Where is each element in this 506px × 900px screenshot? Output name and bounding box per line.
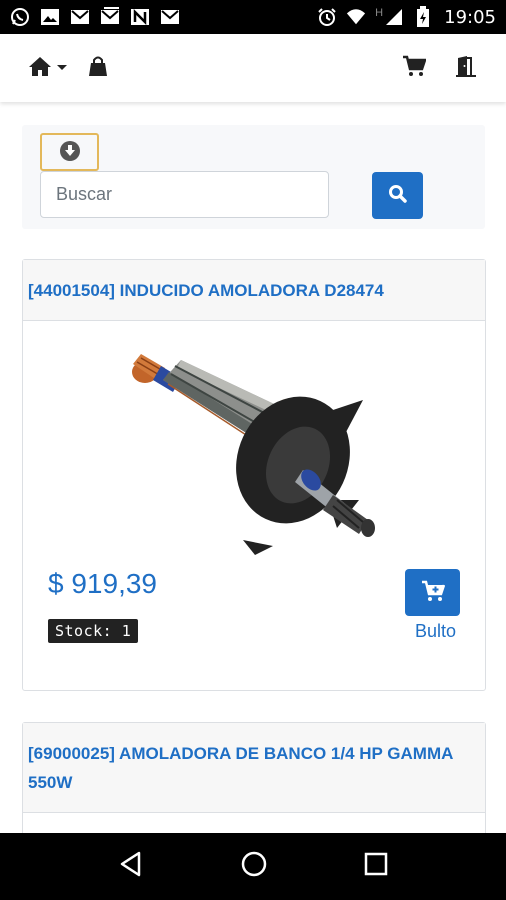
- gmail-icon: [160, 7, 180, 27]
- recent-apps-icon[interactable]: [364, 852, 388, 881]
- search-icon: [388, 184, 408, 207]
- clock: 19:05: [444, 6, 496, 28]
- search-panel: [22, 125, 485, 229]
- download-button[interactable]: [40, 133, 99, 171]
- signal-icon: [384, 7, 404, 27]
- android-navigation-bar: [0, 833, 506, 900]
- add-to-cart-button[interactable]: [405, 569, 460, 616]
- logout-button[interactable]: [454, 55, 478, 82]
- home-circle-icon[interactable]: [240, 850, 268, 883]
- mobile-signal: H: [375, 7, 404, 27]
- product-price: $ 919,39: [48, 568, 157, 599]
- orders-button[interactable]: [88, 55, 108, 82]
- image-icon: [40, 7, 60, 27]
- cart-button[interactable]: [402, 55, 427, 82]
- product-title-link[interactable]: [44001504] INDUCIDO AMOLADORA D28474: [28, 276, 384, 305]
- whatsapp-icon: [10, 7, 30, 27]
- product-title-link[interactable]: [69000025] AMOLADORA DE BANCO 1/4 HP GAM…: [28, 739, 480, 797]
- home-icon: [28, 55, 52, 82]
- wifi-icon: [346, 7, 366, 27]
- product-card-header: [44001504] INDUCIDO AMOLADORA D28474: [23, 260, 485, 321]
- n-app-icon: [130, 7, 150, 27]
- shopping-bag-icon: [88, 55, 108, 82]
- home-menu-button[interactable]: [28, 55, 68, 82]
- status-bar: H 19:05: [0, 0, 506, 34]
- top-navbar: [0, 34, 506, 102]
- product-card: [44001504] INDUCIDO AMOLADORA D28474 $ 9…: [22, 259, 486, 691]
- cart-icon: [402, 55, 427, 82]
- gmail-icon: [100, 7, 120, 27]
- search-button[interactable]: [372, 172, 423, 219]
- unit-label: Bulto: [415, 621, 457, 641]
- product-image[interactable]: [123, 350, 383, 565]
- back-icon[interactable]: [118, 851, 144, 882]
- cart-plus-icon: [421, 580, 445, 605]
- search-input[interactable]: [40, 171, 329, 218]
- download-circle-icon: [59, 140, 81, 165]
- alarm-icon: [317, 7, 337, 27]
- battery-charging-icon: [413, 6, 433, 27]
- stock-badge: Stock: 1: [48, 619, 139, 643]
- exit-door-icon: [454, 55, 478, 82]
- network-type-label: H: [375, 7, 384, 19]
- product-card-header: [69000025] AMOLADORA DE BANCO 1/4 HP GAM…: [23, 723, 485, 813]
- caret-down-icon: [56, 59, 68, 77]
- gmail-icon: [70, 7, 90, 27]
